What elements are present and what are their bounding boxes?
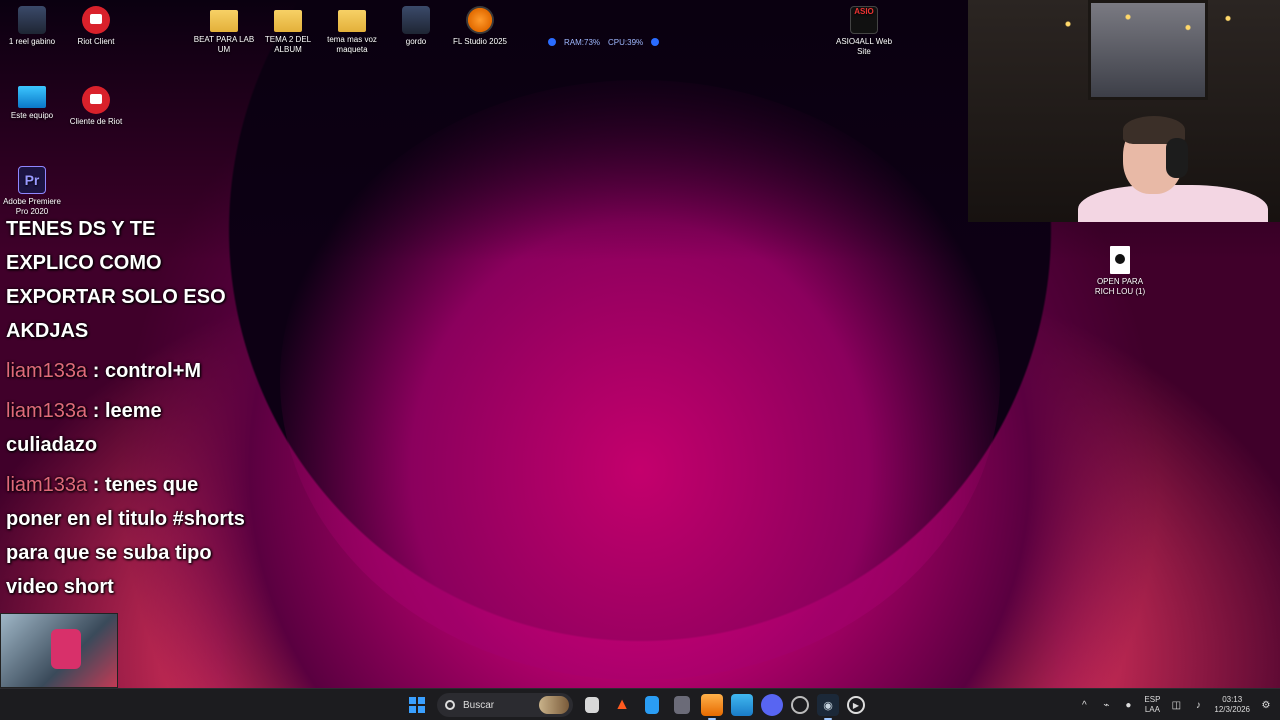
- flstudio-icon: [466, 6, 494, 34]
- discord-icon[interactable]: [761, 694, 783, 716]
- desktop-icon-label: tema mas voz maqueta: [327, 35, 377, 54]
- folder-icon: [338, 10, 366, 32]
- webcam-streamer: [1078, 116, 1268, 222]
- desktop-icon-label: Cliente de Riot: [69, 117, 123, 126]
- webcam-fairy-lights: [1048, 10, 1248, 80]
- file-icon[interactable]: [585, 697, 599, 713]
- search-icon: [445, 700, 455, 710]
- network-tray-icon[interactable]: ⌁: [1100, 700, 1112, 711]
- taskbar-apps: Buscar ▲ ◉ ▶: [405, 689, 865, 720]
- volume-icon[interactable]: ♪: [1192, 700, 1204, 711]
- language-indicator[interactable]: ESP LAA: [1144, 695, 1160, 715]
- microphone-icon[interactable]: ●: [1122, 700, 1134, 711]
- desktop-icon-label: 1 reel gabino: [8, 37, 56, 46]
- document-icon: [1110, 246, 1130, 274]
- brave-icon[interactable]: ▲: [611, 694, 633, 716]
- riot-icon: [82, 86, 110, 114]
- media-player-icon[interactable]: ▶: [847, 696, 865, 714]
- desktop-icon-label: BEAT PARA LAB UM: [193, 35, 255, 54]
- desktop-icon-label: OPEN PARA RICH LOU (1): [1094, 277, 1146, 296]
- desktop-icon-label: FL Studio 2025: [453, 37, 507, 46]
- flstudio-taskbar-icon[interactable]: [701, 694, 723, 720]
- cpu-usage: CPU:39%: [608, 37, 644, 47]
- desktop-icon-1-reel-gabino[interactable]: 1 reel gabino: [0, 6, 64, 47]
- desktop-icon-label: TEMA 2 DEL ALBUM: [264, 35, 312, 54]
- search-highlight-icon: [539, 696, 569, 714]
- settings-icon[interactable]: ⚙: [1260, 700, 1272, 711]
- ram-usage: RAM:73%: [564, 37, 601, 47]
- person-icon: [18, 6, 46, 34]
- riot-icon: [82, 6, 110, 34]
- windows-start-icon[interactable]: [405, 693, 429, 717]
- desktop-icon-label: ASIO4ALL Web Site: [835, 37, 893, 56]
- clock[interactable]: 03:13 12/3/2026: [1214, 695, 1250, 715]
- date: 12/3/2026: [1214, 705, 1250, 714]
- folder-icon: [274, 10, 302, 32]
- chevron-up-icon[interactable]: ^: [1078, 700, 1090, 711]
- obs-icon[interactable]: [791, 696, 809, 714]
- desktop-icon-beat-para-lab[interactable]: BEAT PARA LAB UM: [192, 6, 256, 55]
- notepad-icon[interactable]: [645, 696, 659, 714]
- desktop-icon-label: gordo: [405, 37, 427, 46]
- desktop-icon-open-para-rich-lou[interactable]: OPEN PARA RICH LOU (1): [1088, 246, 1152, 297]
- desktop-icon-label: Este equipo: [10, 111, 54, 120]
- person-icon: [402, 6, 430, 34]
- desktop-icon-label: Riot Client: [77, 37, 115, 46]
- search-placeholder: Buscar: [463, 699, 495, 711]
- premiere-icon: Pr: [18, 166, 46, 194]
- chat-username: liam133a: [6, 400, 88, 422]
- chat-overlay: TENES DS Y TE EXPLICO COMO EXPORTAR SOLO…: [6, 212, 246, 610]
- desktop-icon-tema-mas-voz[interactable]: tema mas voz maqueta: [320, 6, 384, 55]
- folder-icon: [210, 10, 238, 32]
- desktop-icon-cliente-de-riot[interactable]: Cliente de Riot: [64, 86, 128, 127]
- calculator-icon[interactable]: [674, 696, 690, 714]
- desktop-icon-este-equipo[interactable]: Este equipo: [0, 86, 64, 121]
- chat-username: liam133a: [6, 474, 88, 496]
- time: 03:13: [1222, 695, 1243, 704]
- chat-username: liam133a: [6, 360, 88, 382]
- chat-message: liam133a : control+M: [6, 354, 246, 388]
- chat-text: : control+M: [87, 360, 202, 382]
- monitor-icon: [18, 86, 46, 108]
- desktop-icon-fl-studio[interactable]: FL Studio 2025: [448, 6, 512, 47]
- chat-message: liam133a : tenes que poner en el titulo …: [6, 468, 246, 604]
- taskbar-search[interactable]: Buscar: [437, 693, 573, 717]
- desktop-icon-asio4all[interactable]: ASIO ASIO4ALL Web Site: [832, 6, 896, 57]
- webcam-overlay: [968, 0, 1280, 222]
- arrow-icon: [651, 38, 660, 46]
- desktop-icon-gordo[interactable]: gordo: [384, 6, 448, 47]
- steam-icon[interactable]: ◉: [817, 694, 839, 720]
- desktop-icon-riot-client[interactable]: Riot Client: [64, 6, 128, 47]
- desktop-icon-premiere[interactable]: Pr Adobe Premiere Pro 2020: [0, 166, 64, 217]
- chat-text: TENES DS Y TE EXPLICO COMO EXPORTAR SOLO…: [6, 218, 226, 342]
- wifi-icon[interactable]: ◫: [1170, 700, 1182, 711]
- desktop-icon-tema-2[interactable]: TEMA 2 DEL ALBUM: [256, 6, 320, 55]
- mic-icon: [548, 38, 556, 46]
- chat-message: liam133a : leeme culiadazo: [6, 394, 246, 462]
- video-thumbnail-overlay: [0, 613, 118, 688]
- chat-message: TENES DS Y TE EXPLICO COMO EXPORTAR SOLO…: [6, 212, 246, 348]
- taskbar: Buscar ▲ ◉ ▶ ^ ⌁ ● ESP LAA ◫ ♪ 03:13 12/…: [0, 688, 1280, 720]
- system-tray: ^ ⌁ ● ESP LAA ◫ ♪ 03:13 12/3/2026 ⚙: [1078, 689, 1272, 720]
- headset-icon: [1166, 138, 1188, 178]
- system-monitor-widget: RAM:73% CPU:39%: [548, 35, 660, 49]
- file-explorer-icon[interactable]: [731, 694, 753, 716]
- asio-icon: ASIO: [850, 6, 878, 34]
